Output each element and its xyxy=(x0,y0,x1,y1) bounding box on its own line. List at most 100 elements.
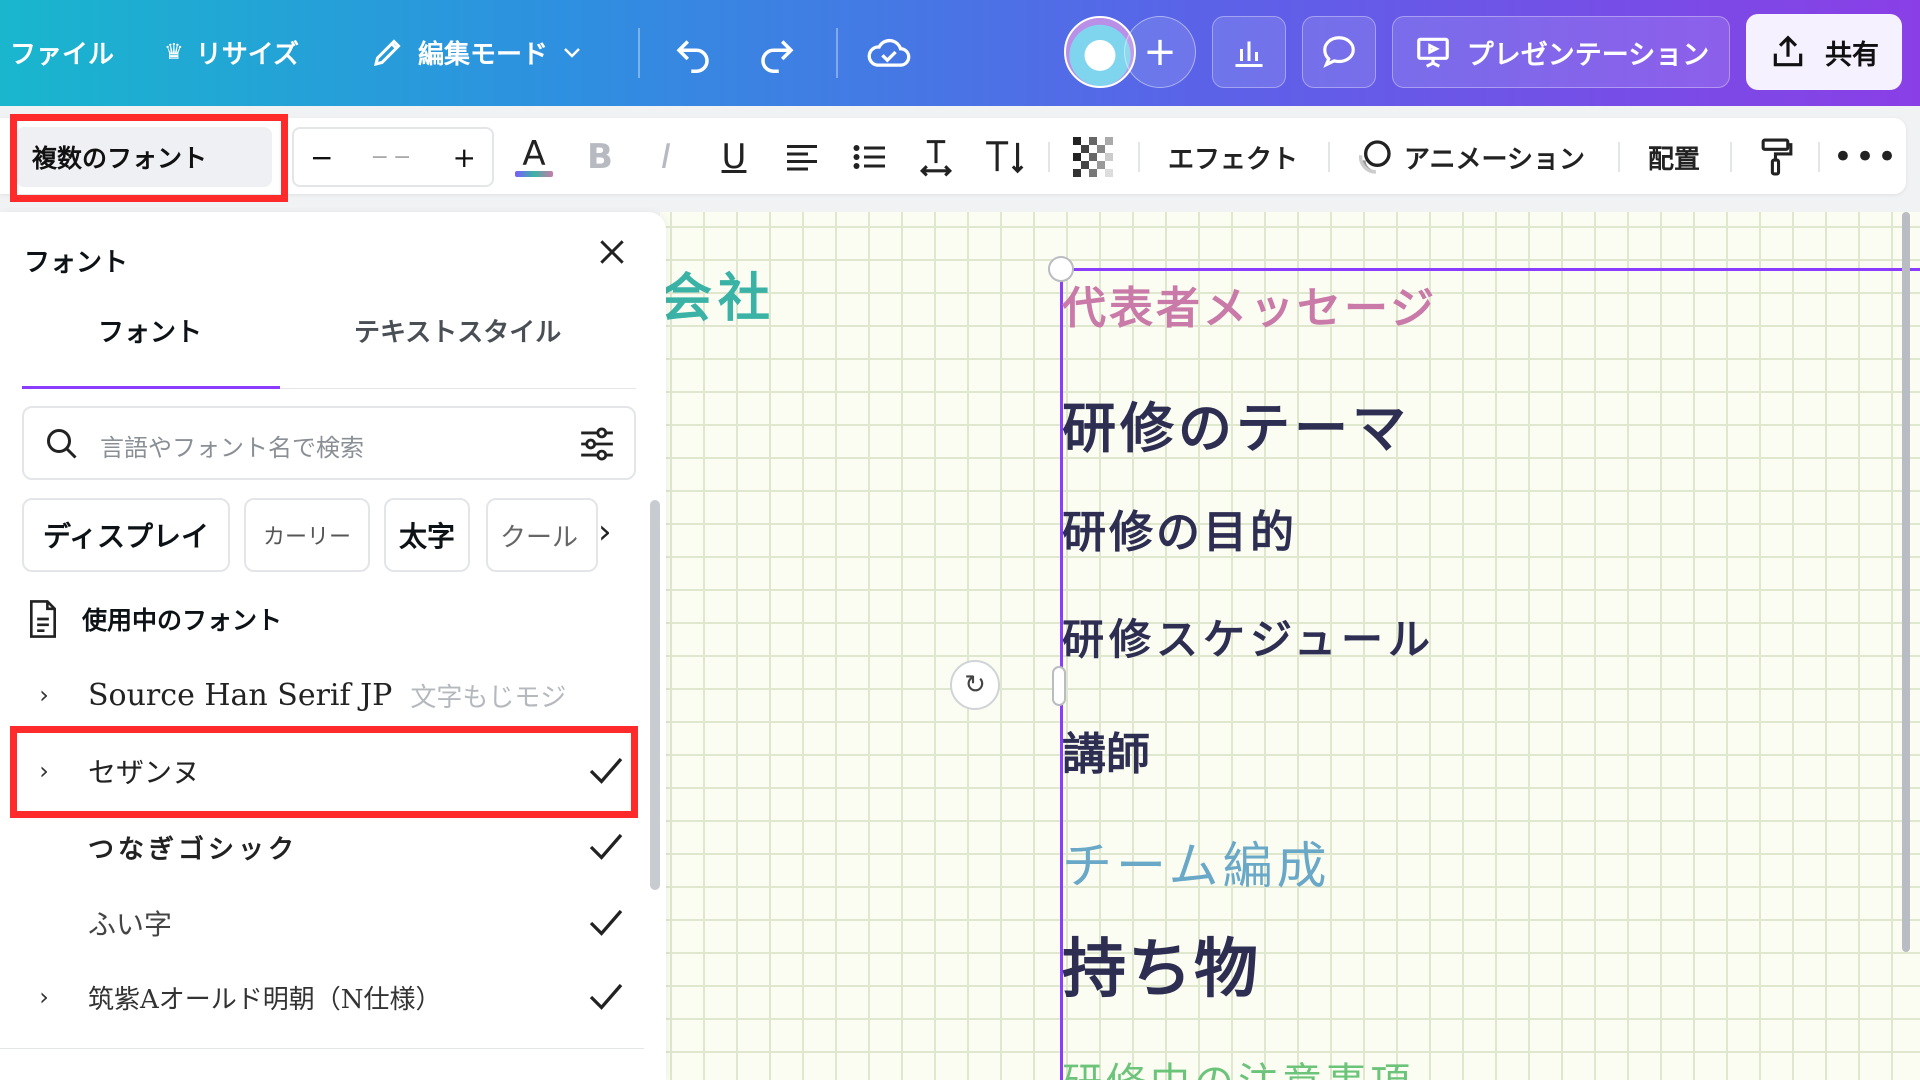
toolbar-divider xyxy=(1328,142,1330,172)
italic-icon: I xyxy=(660,137,672,177)
canvas-line-text: 研修中の注意事項 xyxy=(1062,1060,1414,1080)
canvas-heading-team[interactable]: チーム編成 xyxy=(1062,826,1331,898)
close-icon xyxy=(600,240,624,264)
canvas-heading-instructor[interactable]: 講師 xyxy=(1062,718,1150,782)
active-tab-indicator xyxy=(22,386,280,389)
animation-button[interactable]: アニメーション xyxy=(1354,130,1585,184)
company-text[interactable]: 会社 xyxy=(660,256,776,331)
file-menu-label: ファイル xyxy=(10,39,115,70)
bold-icon: B xyxy=(587,137,613,177)
text-color-button[interactable]: A xyxy=(510,130,558,184)
font-row-source-han[interactable]: › Source Han Serif JP 文字もじモジ xyxy=(24,662,624,728)
letter-spacing-icon xyxy=(919,140,953,177)
bold-button[interactable]: B xyxy=(578,130,622,184)
transparency-button[interactable] xyxy=(1070,130,1116,184)
redo-icon xyxy=(761,40,794,73)
chip-cool[interactable]: クール xyxy=(486,498,598,572)
selection-side-handle[interactable] xyxy=(1052,666,1066,706)
tab-text-styles[interactable]: テキストスタイル xyxy=(354,312,561,349)
toolbar-divider xyxy=(1818,142,1820,172)
header-divider xyxy=(638,28,640,78)
check-icon xyxy=(589,833,623,860)
insights-button[interactable] xyxy=(1212,16,1286,88)
check-icon xyxy=(589,983,623,1010)
toolbar-divider xyxy=(1048,142,1050,172)
font-search-input[interactable]: 言語やフォント名で検索 xyxy=(22,406,636,480)
tab-fonts[interactable]: フォント xyxy=(98,312,202,349)
copy-style-button[interactable] xyxy=(1756,130,1798,184)
text-resize-icon xyxy=(986,141,1024,174)
close-panel-button[interactable] xyxy=(596,236,628,277)
canvas-line-text: 講師 xyxy=(1062,729,1150,780)
size-value[interactable]: −− xyxy=(371,145,416,170)
resize-button[interactable]: ♛ リサイズ xyxy=(164,20,299,84)
highlight-box xyxy=(10,114,288,202)
spacing-button[interactable] xyxy=(914,130,958,184)
canvas-heading-purpose[interactable]: 研修の目的 xyxy=(1062,496,1297,560)
canvas-heading-belongings[interactable]: 持ち物 xyxy=(1062,918,1260,1010)
color-bar xyxy=(515,171,553,177)
canvas-heading-schedule[interactable]: 研修スケジュール xyxy=(1062,606,1435,667)
chip-curly[interactable]: カーリー xyxy=(244,498,370,572)
filter-icon[interactable] xyxy=(578,426,616,462)
position-button[interactable]: 配置 xyxy=(1648,130,1700,184)
canvas-line-text: 持ち物 xyxy=(1062,933,1260,1007)
chevron-down-icon xyxy=(564,48,580,58)
edit-mode-button[interactable]: 編集モード xyxy=(370,20,584,84)
undo-button[interactable] xyxy=(672,20,714,84)
more-options-button[interactable]: ••• xyxy=(1833,130,1897,184)
chevron-right-icon[interactable]: › xyxy=(24,983,64,1011)
size-decrease-button[interactable]: − xyxy=(310,141,333,174)
canvas-heading-notes[interactable]: 研修中の注意事項 xyxy=(1062,1050,1414,1080)
tab-label: フォント xyxy=(98,318,203,348)
underline-button[interactable]: U xyxy=(712,130,756,184)
font-row-tsunagi-gothic[interactable]: つなぎゴシック xyxy=(24,814,624,880)
underline-icon: U xyxy=(721,137,747,177)
chips-next-button[interactable]: › xyxy=(598,512,612,552)
canvas-heading-message[interactable]: 代表者メッセージ xyxy=(1062,272,1437,336)
chip-label: カーリー xyxy=(262,525,351,550)
canvas-heading-theme[interactable]: 研修のテーマ xyxy=(1062,384,1410,463)
plus-icon: + xyxy=(1143,29,1177,75)
toolbar-divider xyxy=(1138,142,1140,172)
canvas-scrollbar[interactable] xyxy=(1902,212,1910,952)
add-collaborator-button[interactable]: + xyxy=(1124,16,1196,88)
font-size-stepper[interactable]: − −− + xyxy=(292,127,494,187)
list-button[interactable] xyxy=(848,130,892,184)
share-button[interactable]: 共有 xyxy=(1746,14,1902,90)
top-header: ファイル ♛ リサイズ 編集モード + プレゼンテーション 共有 xyxy=(0,0,1920,106)
effects-button[interactable]: エフェクト xyxy=(1168,130,1298,184)
file-menu-button[interactable]: ファイル xyxy=(10,20,114,84)
chip-label: クール xyxy=(500,522,579,553)
present-label: プレゼンテーション xyxy=(1466,39,1710,71)
align-left-icon xyxy=(787,145,817,171)
align-button[interactable] xyxy=(780,130,824,184)
undo-icon xyxy=(676,40,709,73)
panel-scrollbar[interactable] xyxy=(650,500,660,890)
rotate-handle[interactable]: ↻ xyxy=(950,660,1000,710)
comment-button[interactable] xyxy=(1302,16,1376,88)
size-increase-button[interactable]: + xyxy=(453,141,476,174)
pencil-icon xyxy=(373,39,401,67)
cloud-save-button[interactable] xyxy=(866,20,912,84)
cloud-check-icon xyxy=(867,38,911,67)
chevron-right-icon[interactable]: › xyxy=(24,681,64,709)
fonts-in-use-section: 使用中のフォント xyxy=(28,600,282,638)
chip-display[interactable]: ディスプレイ xyxy=(22,498,230,572)
text-size-button[interactable] xyxy=(980,130,1030,184)
italic-button[interactable]: I xyxy=(644,130,688,184)
canvas-line-text: 研修の目的 xyxy=(1062,507,1297,558)
animation-label: アニメーション xyxy=(1404,144,1585,175)
redo-button[interactable] xyxy=(756,20,798,84)
tab-label: テキストスタイル xyxy=(354,318,562,348)
canvas-line-text: 代表者メッセージ xyxy=(1062,283,1438,334)
chip-bold[interactable]: 太字 xyxy=(384,498,470,572)
bullet-list-icon xyxy=(853,145,885,169)
font-name: Source Han Serif JP xyxy=(88,677,393,713)
font-row-tsukushi-mincho[interactable]: › 筑紫Aオールド明朝（N仕様） xyxy=(24,964,624,1030)
toolbar-divider xyxy=(1730,142,1732,172)
text-color-icon: A xyxy=(522,134,546,174)
font-row-fuiji[interactable]: ふい字 xyxy=(24,890,624,956)
chip-label: 太字 xyxy=(398,520,455,553)
present-button[interactable]: プレゼンテーション xyxy=(1392,16,1730,88)
